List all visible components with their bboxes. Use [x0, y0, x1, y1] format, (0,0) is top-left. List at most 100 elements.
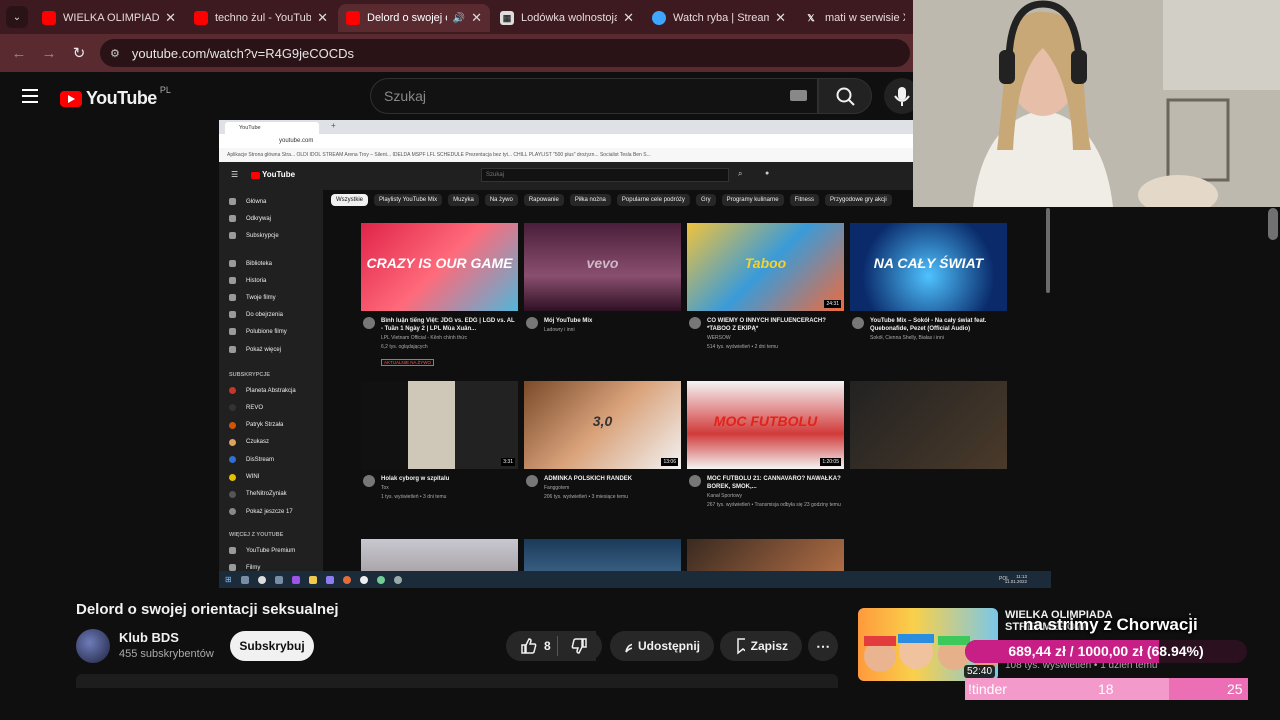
youtube-premium-icon [229, 564, 236, 571]
tinder-command-label: !tinder [968, 681, 1007, 697]
channel-avatar-icon [229, 404, 236, 412]
close-tab-icon[interactable]: ✕ [317, 10, 328, 26]
omnibox[interactable]: ⚙ youtube.com/watch?v=R4G9jeCOCDs [100, 39, 910, 67]
audio-playing-icon[interactable]: 🔊 [453, 13, 465, 24]
embedded-sidebar-item: Patryk Strzała [229, 421, 283, 429]
logo-text: YouTube [86, 88, 157, 108]
explore-icon [229, 215, 236, 222]
taskbar-explorer-icon [308, 575, 317, 584]
embedded-chip: Playlisty YouTube Mix [374, 194, 443, 206]
embedded-sidebar-item: TheNitroZyniak [229, 490, 287, 498]
embedded-video-thumbnail [850, 381, 1007, 469]
channel-name[interactable]: Klub BDS [119, 630, 179, 645]
embedded-mic-icon: ● [765, 170, 770, 177]
close-tab-icon[interactable]: ✕ [165, 10, 176, 26]
embedded-sidebar-item: YouTube Premium [229, 547, 295, 554]
embedded-video-thumbnail: 3,0 13:06 [524, 381, 681, 469]
logo-region: PL [159, 84, 171, 95]
close-tab-icon[interactable]: ✕ [775, 10, 786, 26]
suggested-video-duration: 52:40 [964, 665, 996, 678]
browser-tab[interactable]: 𝕏 mati w serwisie X: „C [796, 4, 913, 32]
channel-avatar[interactable] [76, 629, 110, 663]
youtube-play-icon [60, 90, 82, 107]
close-tab-icon[interactable]: ✕ [623, 10, 634, 26]
embedded-video-channel: WERSOW [707, 335, 731, 341]
thumbnail-text: NA CAŁY ŚWIAT [873, 255, 984, 271]
donation-goal-bar: 689,44 zł / 1000,00 zł (68.94%) [965, 640, 1247, 663]
browser-tab[interactable]: WIELKA OLIMPIADA ✕ [34, 4, 184, 32]
embedded-video-meta: 1 tys. wyświetleń • 3 dni temu [381, 494, 447, 500]
thumbnail-text: MOC FUTBOLU [713, 413, 818, 429]
embedded-sidebar-item: Czukasz [229, 438, 269, 446]
embedded-video-channel: Kanał Sportowy [707, 493, 743, 499]
channel-avatar-icon [229, 421, 236, 429]
menu-icon[interactable] [22, 89, 38, 107]
embedded-sidebar-label: Biblioteka [246, 260, 273, 267]
streamer-webcam-image [913, 0, 1280, 207]
subscriber-count: 455 subskrybentów [119, 648, 214, 660]
your-videos-icon [229, 294, 236, 301]
embedded-chip-bar: Wszystkie Playlisty YouTube Mix Muzyka Na ż… [331, 194, 892, 206]
embedded-video-thumbnail: Taboo 24:31 [687, 223, 844, 311]
embedded-sidebar-label: Subskrypcje [246, 232, 279, 239]
tab-search-dropdown-icon[interactable]: ⌄ [6, 6, 28, 28]
windows-taskbar: ⊞ POL 11:13 11.01.2022 [219, 571, 1051, 588]
url-text: youtube.com/watch?v=R4G9jeCOCDs [131, 45, 355, 61]
embedded-search-icon: ⌕ [738, 169, 743, 178]
save-label: Zapisz [750, 639, 788, 653]
embedded-sidebar-label: Główna [246, 198, 267, 205]
like-count: 8 [544, 639, 551, 653]
save-button[interactable]: Zapisz [720, 631, 802, 661]
embedded-video-card [850, 381, 1007, 469]
embedded-video-title: MOC FUTBOLU 21: CANNAVARO? NAWAŁKA? BORE… [687, 475, 844, 491]
share-icon [625, 643, 632, 653]
browser-tab[interactable]: ▦ Lodówka wolnostoją ✕ [492, 4, 642, 32]
embedded-video-thumbnail: MOC FUTBOLU 1:20:05 [687, 381, 844, 469]
embedded-sidebar-label: Polubione filmy [246, 328, 287, 335]
keyboard-icon[interactable] [790, 90, 807, 101]
embedded-bookmarks: Aplikacje Strona główna Stra... OLDI IDO… [227, 152, 651, 158]
more-actions-icon[interactable]: ⋯ [808, 631, 838, 661]
page-icon: ▦ [500, 11, 514, 25]
close-tab-icon[interactable]: ✕ [471, 10, 482, 26]
embedded-video-meta: 267 tys. wyświetleń • Transmisja odbyła … [707, 502, 841, 508]
embedded-sidebar-item: Do obejrzenia [229, 311, 283, 318]
back-icon[interactable]: ← [4, 45, 34, 62]
share-button[interactable]: Udostępnij [610, 631, 714, 661]
embedded-video-channel: Sokół, Cienna Shelly, Białas i inni [870, 335, 944, 341]
liked-icon [229, 328, 236, 335]
embedded-video-card: 3,0 13:06 ADMINKA POLSKICH RANDEK Fanggotem… [524, 381, 681, 501]
browser-tab[interactable]: techno żul - YouTube ✕ [186, 4, 336, 32]
embedded-video-card: MOC FUTBOLU 1:20:05 MOC FUTBOLU 21: CANNAV… [687, 381, 844, 509]
taskbar-search-icon [240, 575, 249, 584]
embedded-url: youtube.com [279, 138, 314, 144]
youtube-logo[interactable]: YouTube PL [60, 84, 171, 109]
subscribe-button[interactable]: Subskrybuj [230, 631, 314, 661]
embedded-video-meta: 206 tys. wyświetleń • 3 miesiące temu [544, 494, 629, 500]
embedded-video-title: Mój YouTube Mix [524, 317, 681, 329]
browser-tab[interactable]: Watch ryba | Stream ✕ [644, 4, 794, 32]
embedded-sidebar-label: DisStream [246, 456, 275, 463]
taskbar-app-icon [325, 575, 334, 584]
channel-avatar-icon [229, 438, 236, 446]
search-icon [836, 87, 855, 106]
search-button[interactable] [818, 78, 872, 114]
browser-tab-active[interactable]: Delord o swojej o 🔊 ✕ [338, 4, 490, 32]
site-info-icon[interactable]: ⚙ [110, 47, 120, 60]
youtube-icon [346, 11, 360, 25]
embedded-video-channel: Tox [381, 485, 389, 491]
embedded-video-thumbnail: CRAZY IS OUR GAME [361, 223, 518, 311]
page-scrollbar[interactable] [1268, 208, 1278, 240]
forward-icon[interactable]: → [34, 45, 64, 62]
embedded-video-title: ADMINKA POLSKICH RANDEK [524, 475, 681, 487]
reload-icon[interactable]: ↻ [64, 44, 94, 62]
embedded-sidebar-item: Twoje filmy [229, 294, 276, 301]
dislike-button[interactable] [558, 631, 602, 661]
description-box[interactable] [76, 674, 838, 688]
embedded-video-title: YouTube Mix – Sokół - Na cały świat feat… [850, 317, 1007, 333]
tinder-command-value: 18 [1098, 681, 1114, 697]
embedded-logo: YouTube [262, 170, 296, 179]
embedded-sidebar-label: Planeta Abstrakcja [246, 387, 296, 394]
embedded-sidebar-label: Pokaż jeszcze 17 [246, 508, 293, 515]
search-input[interactable]: Szukaj [370, 78, 818, 114]
